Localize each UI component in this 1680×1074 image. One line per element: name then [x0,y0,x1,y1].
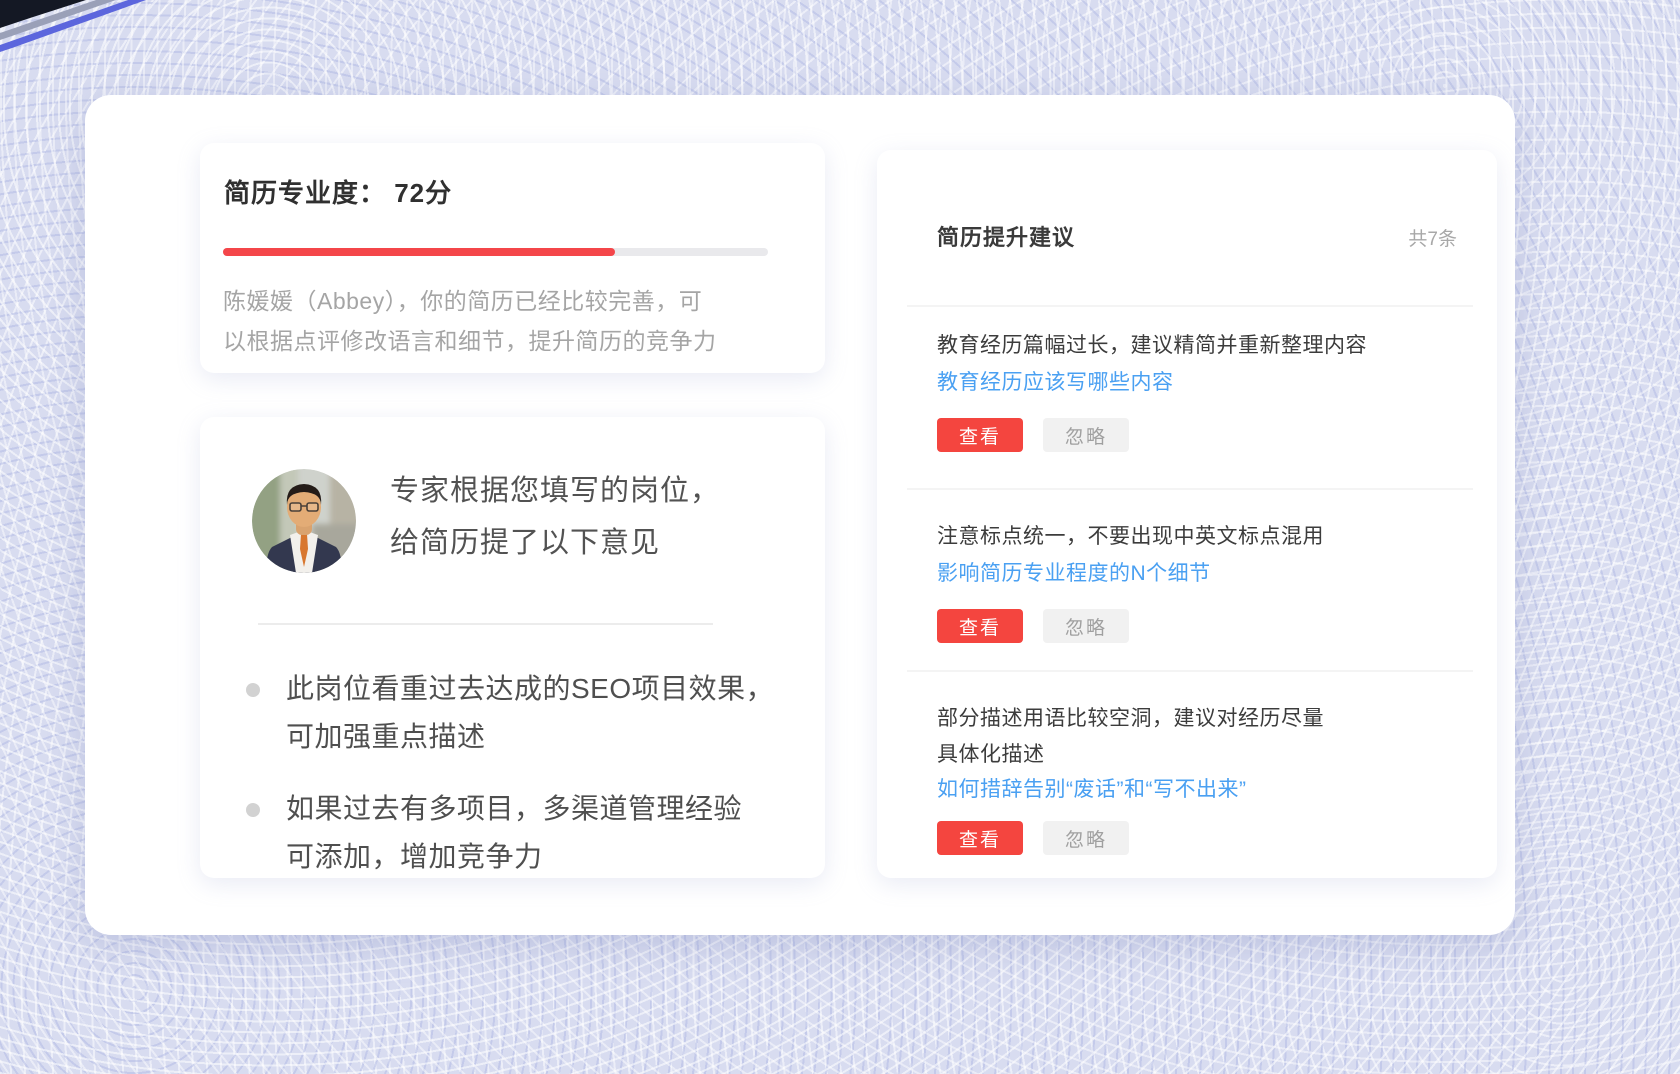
divider [258,623,713,625]
suggestions-count-badge: 共7条 [1408,224,1457,251]
divider [907,305,1473,307]
suggestions-card: 简历提升建议 共7条 教育经历篇幅过长，建议精简并重新整理内容 教育经历应该写哪… [877,150,1497,878]
expert-avatar-image [252,469,356,573]
score-progress-track [223,248,768,256]
score-description: 陈媛媛（Abbey），你的简历已经比较完善，可 以根据点评修改语言和细节，提升简… [223,281,798,361]
divider [907,488,1473,490]
suggestion-text: 注意标点统一，不要出现中英文标点混用 [937,519,1457,555]
advice-item: 如果过去有多项目，多渠道管理经验 可添加，增加竞争力 [286,785,796,881]
expert-avatar [252,469,356,573]
suggestion-link[interactable]: 教育经历应该写哪些内容 [937,366,1174,396]
suggestions-title: 简历提升建议 [937,220,1075,252]
suggestion-text: 部分描述用语比较空洞，建议对经历尽量 具体化描述 [937,701,1457,773]
ignore-button[interactable]: 忽略 [1043,821,1129,855]
resume-score-card: 简历专业度： 72分 陈媛媛（Abbey），你的简历已经比较完善，可 以根据点评… [200,143,825,373]
bullet-dot [246,683,260,697]
ignore-button[interactable]: 忽略 [1043,418,1129,452]
expert-comment-card: 专家根据您填写的岗位， 给简历提了以下意见 此岗位看重过去达成的SEO项目效果，… [200,417,825,878]
suggestion-text: 教育经历篇幅过长，建议精简并重新整理内容 [937,328,1457,364]
score-title: 简历专业度： 72分 [224,173,452,210]
view-button[interactable]: 查看 [937,821,1023,855]
view-button[interactable]: 查看 [937,418,1023,452]
expert-intro-text: 专家根据您填写的岗位， 给简历提了以下意见 [390,465,720,569]
suggestion-link[interactable]: 影响简历专业程度的N个细节 [937,557,1211,587]
divider [907,670,1473,672]
bullet-dot [246,803,260,817]
view-button[interactable]: 查看 [937,609,1023,643]
page: { "colors": { "accent_red": "#f4453f", "… [0,0,1680,1074]
main-panel: 简历专业度： 72分 陈媛媛（Abbey），你的简历已经比较完善，可 以根据点评… [85,95,1515,935]
score-progress-fill [223,248,615,256]
suggestion-link[interactable]: 如何措辞告别“废话”和“写不出来” [937,773,1246,803]
advice-item: 此岗位看重过去达成的SEO项目效果， 可加强重点描述 [286,665,796,761]
ignore-button[interactable]: 忽略 [1043,609,1129,643]
